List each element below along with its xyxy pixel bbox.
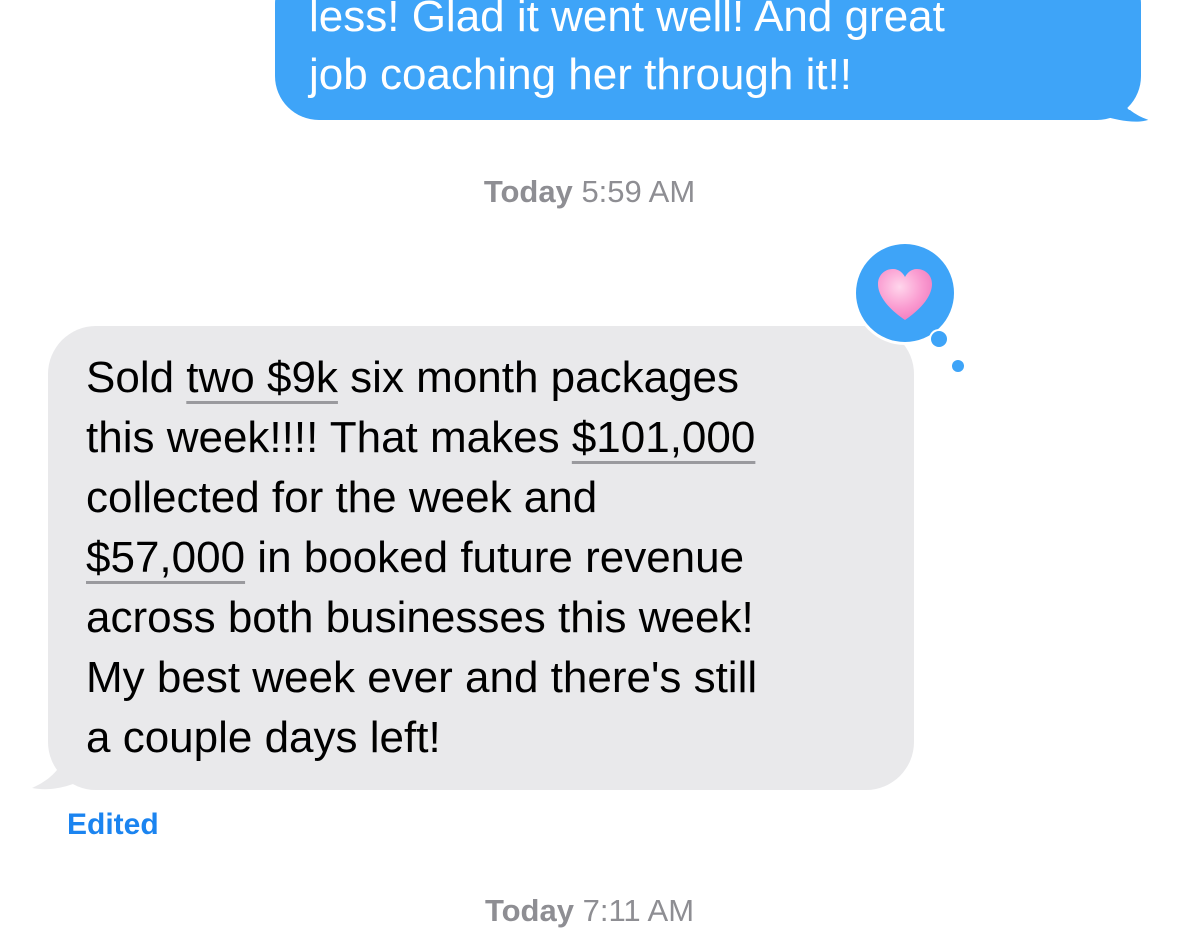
message-timestamp: Today 7:11 AM [0, 893, 1179, 929]
received-message-line: across both businesses this week! [86, 593, 754, 642]
received-message-line: Sold two $9k six month packages [86, 348, 894, 408]
message-text: Sold [86, 353, 187, 402]
detected-data-link[interactable]: $101,000 [572, 413, 756, 462]
message-text: six month packages [337, 353, 740, 402]
sent-bubble-tail [1100, 80, 1149, 122]
timestamp-day: Today [483, 174, 573, 209]
sent-message-line: less! Glad it went well! And great [309, 0, 945, 41]
message-text: in booked future revenue [245, 533, 745, 582]
message-timestamp: Today 5:59 AM [0, 174, 1179, 210]
received-message-line: this week!!!! That makes $101,000 [86, 408, 894, 468]
received-message-bubble[interactable]: Sold two $9k six month packages this wee… [48, 326, 914, 790]
received-message-line: a couple days left! [86, 713, 441, 762]
sent-message-bubble[interactable]: less! Glad it went well! And great job c… [275, 0, 1141, 120]
timestamp-day: Today [484, 893, 574, 928]
heart-tapback[interactable] [853, 243, 959, 349]
detected-data-link[interactable]: two $9k [186, 353, 338, 402]
timestamp-time: 5:59 AM [581, 174, 696, 209]
received-message-line: collected for the week and [86, 473, 598, 522]
received-message-line: $57,000 in booked future revenue [86, 528, 894, 588]
message-text: this week!!!! That makes [86, 413, 572, 462]
received-message-line: My best week ever and there's still [86, 653, 758, 702]
edited-link[interactable]: Edited [67, 808, 159, 842]
sent-message-line: job coaching her through it!! [309, 50, 853, 99]
detected-data-link[interactable]: $57,000 [86, 533, 245, 582]
tapback-small-dot [952, 360, 964, 372]
timestamp-time: 7:11 AM [582, 893, 695, 928]
